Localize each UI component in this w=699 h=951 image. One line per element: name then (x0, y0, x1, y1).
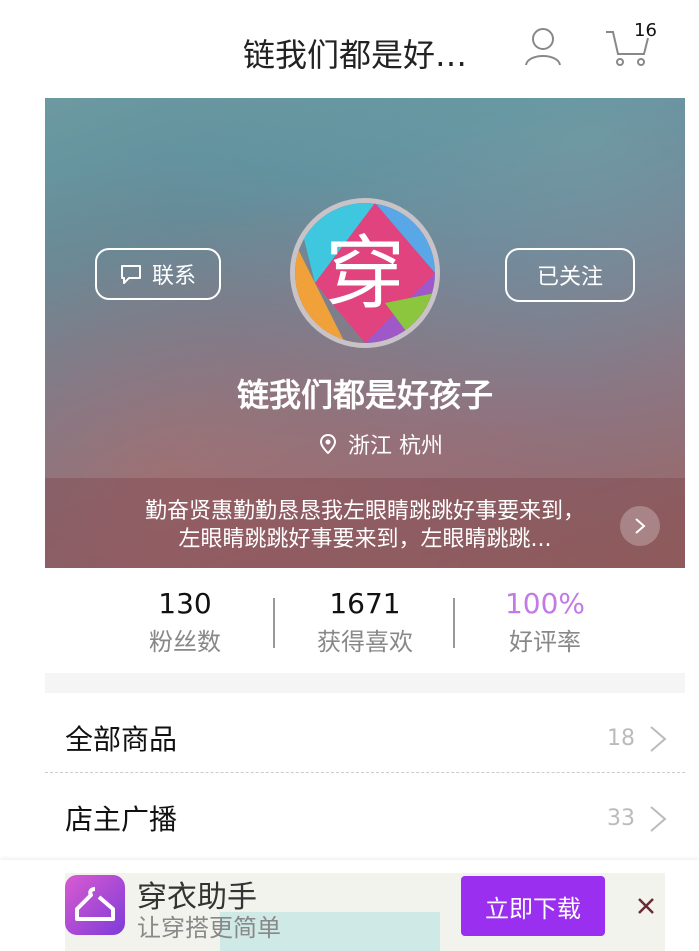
shop-location: 浙江 杭州 (320, 428, 443, 460)
stat-rating: 100% 好评率 (455, 586, 635, 662)
shop-name: 链我们都是好孩子 (236, 376, 493, 414)
all-products-row[interactable]: 全部商品 18 (45, 698, 685, 776)
chevron-right-icon (635, 518, 646, 534)
chevron-right-icon (650, 726, 667, 752)
cart-count-badge: 16 (634, 20, 657, 41)
close-icon[interactable] (632, 892, 660, 920)
shop-description: 勤奋贤惠勤勤恳恳我左眼睛跳跳好事要来到，左眼睛跳跳好事要来到，左眼睛跳跳... (145, 499, 585, 552)
hanger-icon (75, 887, 115, 921)
shop-avatar: 穿 (290, 198, 440, 348)
avatar-char: 穿 (325, 227, 405, 320)
download-button[interactable]: 立即下载 (461, 876, 605, 936)
fans-label: 粉丝数 (149, 628, 221, 656)
chevron-right-icon (650, 806, 667, 832)
stat-likes: 1671 获得喜欢 (275, 586, 455, 662)
contact-label: 联系 (151, 264, 196, 289)
app-logo-icon (65, 875, 125, 935)
all-products-count: 18 (607, 726, 635, 751)
description-expand-button[interactable] (620, 506, 660, 546)
section-gap (45, 673, 685, 693)
rating-label: 好评率 (509, 628, 581, 656)
owner-broadcast-count: 33 (607, 806, 635, 831)
owner-broadcast-row[interactable]: 店主广播 33 (45, 778, 685, 856)
location-text: 浙江 杭州 (348, 434, 443, 459)
owner-broadcast-label: 店主广播 (65, 803, 178, 836)
avatar-logo-icon: 穿 (295, 203, 435, 343)
all-products-label: 全部商品 (65, 723, 178, 756)
shop-stats: 130 粉丝数 1671 获得喜欢 100% 好评率 (45, 568, 685, 673)
user-icon[interactable] (523, 25, 563, 67)
shop-description-bar[interactable]: 勤奋贤惠勤勤恳恳我左眼睛跳跳好事要来到，左眼睛跳跳好事要来到，左眼睛跳跳... (45, 478, 685, 568)
rating-value: 100% (504, 587, 586, 620)
top-header: 链我们都是好孩... 16 (0, 0, 699, 98)
likes-count: 1671 (329, 587, 401, 620)
stat-fans: 130 粉丝数 (95, 586, 275, 662)
follow-button[interactable]: 已关注 (505, 248, 635, 302)
chat-bubble-icon (120, 265, 141, 284)
shop-hero: 联系 穿 已关注 链我们都是好孩子 浙江 杭州 勤奋贤惠勤勤恳恳我左眼睛跳跳好事… (45, 98, 685, 568)
page-title: 链我们都是好孩... (243, 36, 493, 74)
fans-count: 130 (158, 587, 212, 620)
likes-label: 获得喜欢 (317, 628, 413, 656)
app-slogan: 让穿搭更简单 (137, 914, 281, 942)
location-pin-icon (320, 434, 336, 454)
contact-button[interactable]: 联系 (95, 248, 221, 300)
row-divider (45, 772, 685, 773)
